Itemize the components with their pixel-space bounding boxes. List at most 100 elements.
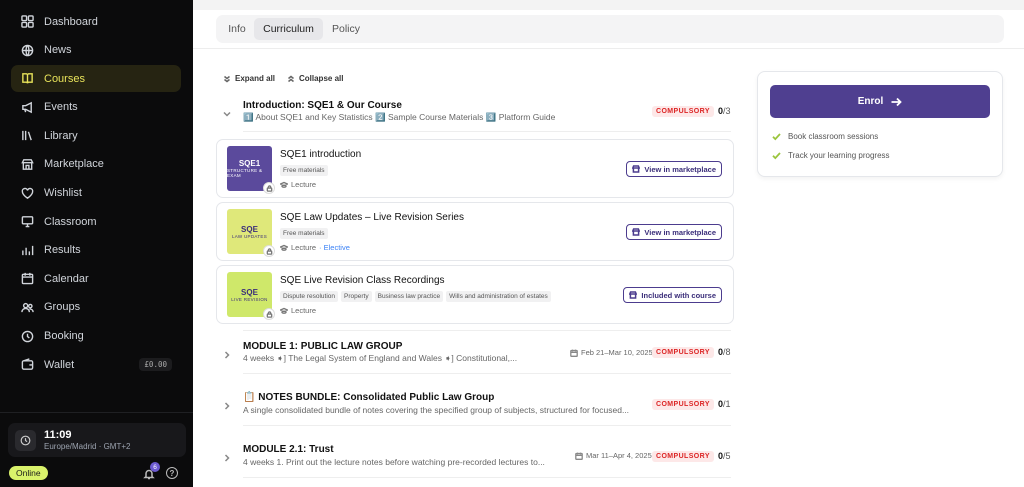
- chevron-down-icon[interactable]: [222, 106, 232, 117]
- sidebar-item-label: Dashboard: [44, 15, 98, 28]
- clock-widget: 11:09 Europe/Madrid · GMT+2: [8, 423, 186, 457]
- module-title[interactable]: Introduction: SQE1 & Our Course: [243, 100, 402, 111]
- sidebar-item-courses[interactable]: Courses: [11, 65, 181, 93]
- expand-all-button[interactable]: Expand all: [223, 74, 275, 83]
- lesson-tag: Wills and administration of estates: [446, 291, 551, 302]
- sidebar-item-results[interactable]: Results: [11, 237, 181, 264]
- module-description: A single consolidated bundle of notes co…: [243, 405, 630, 415]
- sidebar-item-calendar[interactable]: Calendar: [11, 265, 181, 292]
- store-icon: [632, 228, 641, 236]
- store-icon: [20, 157, 34, 171]
- divider: [243, 131, 731, 132]
- module-title[interactable]: MODULE 1: PUBLIC LAW GROUP: [243, 341, 402, 352]
- tab-info[interactable]: Info: [220, 18, 254, 40]
- lesson-title[interactable]: SQE1 introduction: [280, 149, 361, 160]
- lesson-type: Lecture: [280, 306, 316, 315]
- sidebar-item-label: Groups: [44, 301, 81, 314]
- lock-icon: [263, 308, 275, 320]
- view-in-marketplace-button[interactable]: View in marketplace: [626, 224, 722, 240]
- lesson-tag: Dispute resolution: [280, 291, 339, 302]
- thumbnail-subtitle: LIVE REVISION: [231, 296, 268, 302]
- store-icon: [632, 165, 641, 173]
- compulsory-badge: COMPULSORY: [652, 399, 714, 410]
- tab-policy[interactable]: Policy: [326, 18, 366, 40]
- notification-count-badge: 6: [150, 462, 160, 472]
- collapse-all-button[interactable]: Collapse all: [287, 74, 343, 83]
- expand-all-label: Expand all: [235, 74, 276, 83]
- sidebar-item-wallet[interactable]: Wallet £0.00: [11, 351, 181, 378]
- lesson-title[interactable]: SQE Live Revision Class Recordings: [280, 275, 445, 286]
- thumbnail-subtitle: LAW UPDATES: [231, 233, 268, 239]
- grid-icon: [20, 15, 34, 29]
- chevron-right-icon[interactable]: [222, 347, 232, 359]
- module-progress: 0/5: [718, 451, 731, 461]
- thumbnail-subtitle: STRUCTURE & EXAM: [227, 168, 263, 178]
- date-range: Mar 11–Apr 4, 2025: [586, 451, 652, 460]
- sidebar-item-groups[interactable]: Groups: [11, 294, 181, 321]
- view-in-marketplace-button[interactable]: View in marketplace: [626, 161, 722, 177]
- lesson-title[interactable]: SQE Law Updates – Live Revision Series: [280, 212, 464, 223]
- module-progress: 0/1: [718, 399, 731, 409]
- graduation-cap-icon: [280, 244, 288, 251]
- bar-chart-icon: [20, 243, 34, 257]
- top-strip: [193, 0, 1024, 10]
- lesson-tag: Free materials: [280, 165, 328, 176]
- sidebar-item-wishlist[interactable]: Wishlist: [11, 180, 181, 207]
- sidebar-nav: Dashboard News Courses Events Library Ma…: [11, 8, 181, 380]
- lesson-card[interactable]: SQE LIVE REVISION SQE Live Revision Clas…: [216, 265, 734, 324]
- heart-icon: [20, 186, 34, 200]
- module-title[interactable]: MODULE 2.1: Trust: [243, 444, 334, 455]
- sidebar-item-label: Classroom: [44, 215, 97, 228]
- lesson-tag: Free materials: [280, 228, 328, 239]
- calendar-icon: [20, 272, 34, 286]
- lesson-type-label: Lecture: [291, 243, 317, 252]
- book-icon: [20, 72, 34, 86]
- tab-curriculum[interactable]: Curriculum: [254, 18, 323, 40]
- perk-item: Track your learning progress: [772, 151, 890, 160]
- sidebar-item-news[interactable]: News: [11, 37, 181, 64]
- chevron-right-icon[interactable]: [222, 398, 232, 410]
- lock-icon: [263, 182, 275, 194]
- lesson-card[interactable]: SQE LAW UPDATES SQE Law Updates – Live R…: [216, 202, 734, 261]
- lesson-type: Lecture: [280, 180, 316, 189]
- graduation-cap-icon: [280, 307, 288, 314]
- perk-label: Track your learning progress: [788, 151, 890, 160]
- enrol-button[interactable]: Enrol: [770, 85, 990, 118]
- sidebar-divider: [0, 412, 193, 413]
- module-description: 1️⃣ About SQE1 and Key Statistics 2️⃣ Sa…: [243, 112, 556, 122]
- module-description: 4 weeks 1. Print out the lecture notes b…: [243, 457, 545, 467]
- help-icon[interactable]: ?: [166, 467, 178, 479]
- sidebar-item-marketplace[interactable]: Marketplace: [11, 151, 181, 178]
- library-icon: [20, 129, 34, 143]
- clock-timezone: Europe/Madrid · GMT+2: [44, 442, 131, 451]
- lesson-tags: Free materials: [280, 165, 328, 176]
- arrow-right-icon: [891, 97, 903, 106]
- globe-icon: [20, 43, 34, 57]
- lesson-card[interactable]: SQE1 STRUCTURE & EXAM SQE1 introduction …: [216, 139, 734, 198]
- perk-label: Book classroom sessions: [788, 132, 879, 141]
- sidebar: Dashboard News Courses Events Library Ma…: [0, 0, 193, 487]
- lock-icon: [263, 245, 275, 257]
- module-progress: 0/8: [718, 347, 731, 357]
- lesson-tag: Business law practice: [374, 291, 444, 302]
- compulsory-badge: COMPULSORY: [652, 451, 714, 462]
- sidebar-item-library[interactable]: Library: [11, 122, 181, 149]
- sidebar-item-classroom[interactable]: Classroom: [11, 208, 181, 235]
- online-status-badge[interactable]: Online: [9, 466, 48, 480]
- included-with-course-button[interactable]: Included with course: [623, 287, 722, 303]
- chevron-right-icon[interactable]: [222, 450, 232, 462]
- sidebar-item-label: Wishlist: [44, 187, 82, 200]
- lesson-tags: Dispute resolution Property Business law…: [280, 291, 551, 302]
- module-date: Feb 21–Mar 10, 2025: [570, 348, 653, 357]
- sidebar-item-booking[interactable]: Booking: [11, 323, 181, 350]
- graduation-cap-icon: [280, 181, 288, 188]
- chevrons-down-icon: [224, 75, 230, 82]
- module-title[interactable]: 📋 NOTES BUNDLE: Consolidated Public Law …: [243, 392, 494, 403]
- thumbnail-title: SQE1: [238, 159, 261, 168]
- sidebar-item-events[interactable]: Events: [11, 94, 181, 121]
- sidebar-item-dashboard[interactable]: Dashboard: [11, 8, 181, 35]
- groups-icon: [20, 300, 34, 314]
- divider: [243, 425, 731, 426]
- lesson-type-label: Lecture: [291, 306, 317, 315]
- chevrons-up-icon: [288, 75, 294, 82]
